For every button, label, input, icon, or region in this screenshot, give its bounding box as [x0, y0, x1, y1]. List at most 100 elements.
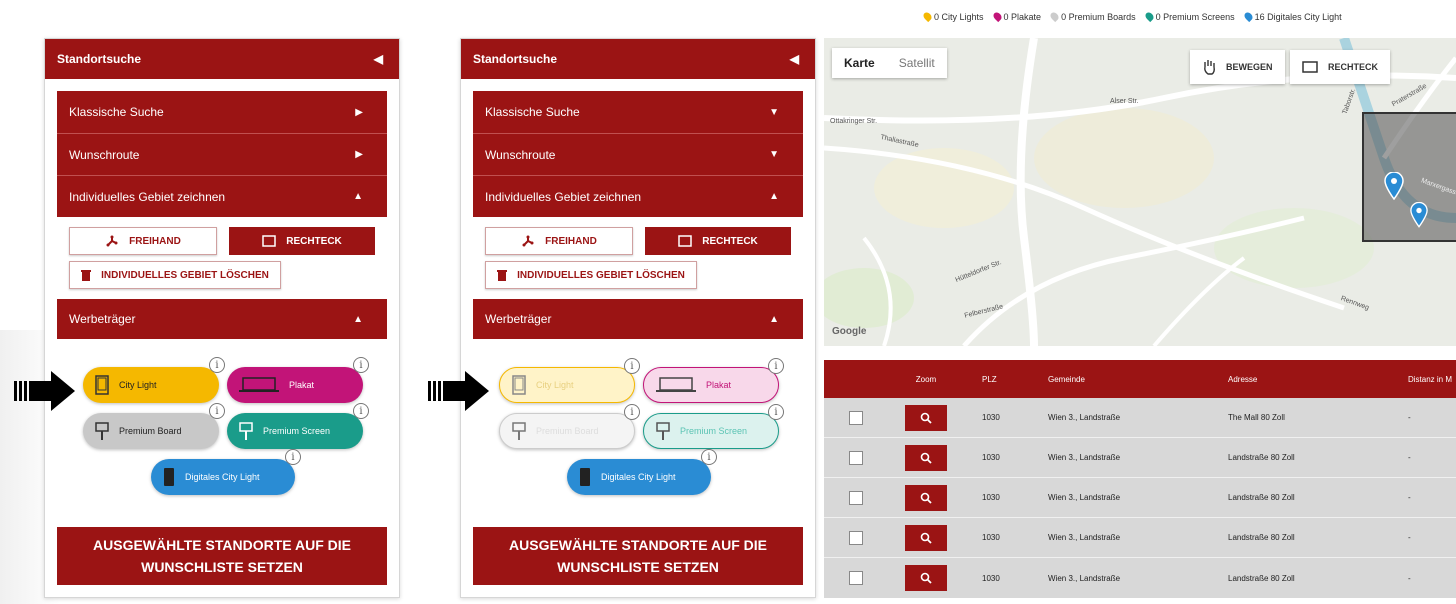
pill-city-light[interactable]: City Light i	[499, 358, 640, 403]
map-type-toggle: Karte Satellit	[832, 48, 947, 78]
search-icon	[920, 492, 932, 504]
media-type-filters: City Light i Plakat i Premium Board i Pr…	[473, 339, 803, 495]
info-icon[interactable]: i	[768, 358, 784, 374]
pill-premium-board[interactable]: Premium Board i	[499, 404, 640, 449]
cell-plz: 1030	[982, 413, 1000, 422]
delete-area-button[interactable]: INDIVIDUELLES GEBIET LÖSCHEN	[69, 261, 281, 289]
accordion-label: Wunschroute	[485, 147, 556, 162]
premium-screen-icon	[239, 422, 253, 440]
submit-to-wishlist-button[interactable]: AUSGEWÄHLTE STANDORTE AUF DIE WUNSCHLIST…	[473, 527, 803, 585]
info-icon[interactable]: i	[624, 404, 640, 420]
accordion-label: Klassische Suche	[69, 105, 164, 119]
pill-city-light[interactable]: City Light i	[83, 357, 225, 403]
delete-area-label: INDIVIDUELLES GEBIET LÖSCHEN	[517, 269, 685, 281]
delete-area-button[interactable]: INDIVIDUELLES GEBIET LÖSCHEN	[485, 261, 697, 289]
freihand-label: FREIHAND	[129, 235, 181, 247]
row-checkbox[interactable]	[849, 571, 863, 585]
header-adresse[interactable]: Adresse	[1228, 375, 1408, 384]
search-icon	[920, 532, 932, 544]
row-checkbox[interactable]	[849, 410, 863, 425]
row-checkbox[interactable]	[849, 450, 863, 465]
map-legend: 0 City Lights 0 Plakate 0 Premium Boards…	[921, 10, 1342, 23]
freihand-label: FREIHAND	[545, 235, 597, 247]
collapse-left-icon[interactable]: ◀	[790, 52, 799, 66]
pill-label: City Light	[119, 380, 157, 390]
rechteck-button[interactable]: RECHTECK	[229, 227, 375, 255]
page: Standortsuche ◀ Klassische Suche ▶ Wunsc…	[0, 0, 1456, 604]
freihand-icon	[522, 235, 534, 247]
row-checkbox[interactable]	[849, 490, 863, 505]
premium-screen-icon	[656, 422, 670, 440]
caret-right-icon: ▶	[355, 149, 363, 160]
accordion-individuelles-gebiet[interactable]: Individuelles Gebiet zeichnen ▲	[57, 175, 387, 217]
delete-area-label: INDIVIDUELLES GEBIET LÖSCHEN	[101, 269, 269, 281]
submit-label: AUSGEWÄHLTE STANDORTE AUF DIE WUNSCHLIST…	[509, 537, 767, 575]
panel-header[interactable]: Standortsuche ◀	[461, 39, 815, 79]
legend-plakate: 0 Plakate	[991, 10, 1041, 23]
pill-premium-screen[interactable]: Premium Screen i	[643, 404, 784, 449]
media-type-filters: City Light i Plakat i Premium Board i Pr…	[57, 339, 387, 495]
accordion-klassische-suche[interactable]: Klassische Suche ▼	[473, 91, 803, 133]
map-pin-icon	[1384, 172, 1404, 200]
zoom-button[interactable]	[905, 524, 947, 551]
pill-premium-screen[interactable]: Premium Screen i	[227, 403, 369, 449]
header-plz[interactable]: PLZ	[964, 375, 1048, 384]
table-row[interactable]: 1030 Wien 3., Landstraße Landstraße 80 Z…	[824, 438, 1456, 478]
accordion-individuelles-gebiet[interactable]: Individuelles Gebiet zeichnen ▲	[473, 175, 803, 217]
freihand-button[interactable]: FREIHAND	[485, 227, 633, 255]
header-zoom[interactable]: Zoom	[888, 375, 964, 384]
row-checkbox[interactable]	[849, 530, 863, 545]
tab-karte[interactable]: Karte	[832, 48, 887, 78]
accordion-klassische-suche[interactable]: Klassische Suche ▶	[57, 91, 387, 133]
info-icon[interactable]: i	[209, 403, 225, 419]
accordion-label: Individuelles Gebiet zeichnen	[485, 189, 642, 204]
freihand-button[interactable]: FREIHAND	[69, 227, 217, 255]
accordion-werbetraeger[interactable]: Werbeträger ▲	[473, 299, 803, 339]
zoom-button[interactable]	[905, 404, 947, 431]
plakat-icon	[239, 377, 279, 392]
table-row[interactable]: 1030 Wien 3., Landstraße Landstraße 80 Z…	[824, 478, 1456, 518]
map-rechteck-button[interactable]: RECHTECK	[1290, 50, 1391, 84]
premium-board-icon	[512, 422, 526, 440]
rectangle-icon	[678, 235, 692, 247]
pill-premium-board[interactable]: Premium Board i	[83, 403, 225, 449]
info-icon[interactable]: i	[768, 404, 784, 420]
info-icon[interactable]: i	[353, 403, 369, 419]
info-icon[interactable]: i	[353, 357, 369, 373]
bewegen-button[interactable]: BEWEGEN	[1190, 50, 1285, 84]
info-icon[interactable]: i	[701, 449, 717, 465]
zoom-button[interactable]	[905, 484, 947, 511]
collapse-left-icon[interactable]: ◀	[374, 52, 383, 66]
pill-plakat[interactable]: Plakat i	[227, 357, 369, 403]
cell-distanz: -	[1408, 493, 1411, 502]
accordion-wunschroute[interactable]: Wunschroute ▼	[473, 133, 803, 175]
zoom-button[interactable]	[905, 444, 947, 471]
table-row[interactable]: 1030 Wien 3., Landstraße Landstraße 80 Z…	[824, 518, 1456, 558]
info-icon[interactable]: i	[624, 358, 640, 374]
info-icon[interactable]: i	[209, 357, 225, 373]
accordion-label: Klassische Suche	[485, 105, 580, 119]
map-view[interactable]: Karte Satellit BEWEGEN RECHTECK Ottakrin…	[824, 38, 1456, 346]
map-selection-rectangle[interactable]: Marxergasse	[1362, 112, 1456, 242]
legend-label: 16 Digitales City Light	[1254, 12, 1342, 22]
header-distanz[interactable]: Distanz in M	[1408, 375, 1456, 384]
cell-plz: 1030	[982, 573, 1000, 583]
pill-plakat[interactable]: Plakat i	[643, 358, 784, 403]
table-row[interactable]: 1030 Wien 3., Landstraße The Mall 80 Zol…	[824, 398, 1456, 438]
cell-gemeinde: Wien 3., Landstraße	[1048, 533, 1121, 542]
city-light-icon	[95, 375, 109, 395]
cell-distanz: -	[1408, 573, 1411, 583]
tab-satellit[interactable]: Satellit	[887, 48, 947, 78]
pill-digitales-city-light[interactable]: Digitales City Light i	[151, 449, 301, 495]
panel-header[interactable]: Standortsuche ◀	[45, 39, 399, 79]
accordion-werbetraeger[interactable]: Werbeträger ▲	[57, 299, 387, 339]
rechteck-button[interactable]: RECHTECK	[645, 227, 791, 255]
accordion-wunschroute[interactable]: Wunschroute ▶	[57, 133, 387, 175]
zoom-button[interactable]	[905, 565, 947, 591]
pill-digitales-city-light[interactable]: Digitales City Light i	[567, 449, 717, 495]
header-gemeinde[interactable]: Gemeinde	[1048, 375, 1228, 384]
table-row[interactable]: 1030 Wien 3., Landstraße Landstraße 80 Z…	[824, 558, 1456, 598]
submit-to-wishlist-button[interactable]: AUSGEWÄHLTE STANDORTE AUF DIE WUNSCHLIST…	[57, 527, 387, 585]
pill-label: Premium Screen	[680, 426, 748, 436]
info-icon[interactable]: i	[285, 449, 301, 465]
